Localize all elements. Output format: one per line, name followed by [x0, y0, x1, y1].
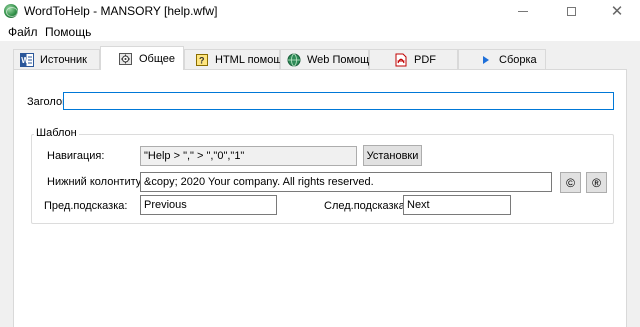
prev-hint-input[interactable]: Previous — [140, 195, 277, 215]
tab-label: Сборка — [499, 53, 537, 66]
globe-icon — [287, 53, 301, 67]
close-button[interactable]: ✕ — [594, 0, 640, 22]
nav-label: Навигация: — [47, 150, 105, 162]
menu-file[interactable]: Файл — [8, 25, 38, 39]
play-arrow-icon — [479, 53, 493, 67]
settings-icon — [119, 52, 133, 66]
footer-input[interactable]: &copy; 2020 Your company. All rights res… — [140, 172, 552, 192]
svg-text:?: ? — [199, 55, 205, 65]
window-title: WordToHelp - MANSORY [help.wfw] — [24, 4, 218, 18]
prev-hint-label: Пред.подсказка: — [44, 200, 128, 212]
tab-label: Общее — [139, 52, 176, 65]
title-label: Заголов — [27, 96, 68, 108]
tab-web-help[interactable]: Web Помощь — [280, 49, 375, 69]
tab-pdf[interactable]: PDF — [369, 49, 458, 69]
title-input[interactable] — [63, 92, 614, 110]
tab-source[interactable]: W Источник — [13, 49, 100, 69]
copyright-button[interactable]: © — [560, 172, 581, 193]
settings-button[interactable]: Установки — [363, 145, 422, 166]
next-hint-input[interactable]: Next — [403, 195, 511, 215]
html-help-icon: ? — [195, 53, 209, 67]
tab-general[interactable]: Общее — [100, 46, 184, 70]
tab-label: PDF — [414, 53, 436, 66]
nav-field[interactable]: "Help > "," > ","0","1" — [140, 146, 357, 166]
tab-label: Web Помощь — [307, 53, 375, 66]
footer-label: Нижний колонтитул: — [47, 176, 151, 188]
menu-bar: Файл Помощь — [0, 22, 640, 41]
tab-label: Источник — [40, 53, 87, 66]
maximize-icon — [566, 6, 576, 16]
next-hint-label: След.подсказка: — [324, 200, 408, 212]
tab-build[interactable]: Сборка — [458, 49, 546, 69]
close-icon: ✕ — [610, 3, 624, 20]
template-group-title: Шаблон — [34, 127, 79, 139]
pdf-icon — [394, 53, 408, 67]
maximize-button[interactable] — [548, 0, 594, 22]
title-bar: WordToHelp - MANSORY [help.wfw] ✕ — [0, 0, 640, 22]
registered-button[interactable]: ® — [586, 172, 607, 193]
word-doc-icon: W — [20, 52, 34, 67]
minimize-icon — [518, 10, 528, 12]
app-globe-icon — [4, 4, 18, 18]
minimize-button[interactable] — [500, 0, 546, 22]
menu-help[interactable]: Помощь — [45, 25, 91, 39]
tab-html-help[interactable]: ? HTML помощь — [184, 49, 288, 69]
tab-label: HTML помощь — [215, 53, 289, 66]
